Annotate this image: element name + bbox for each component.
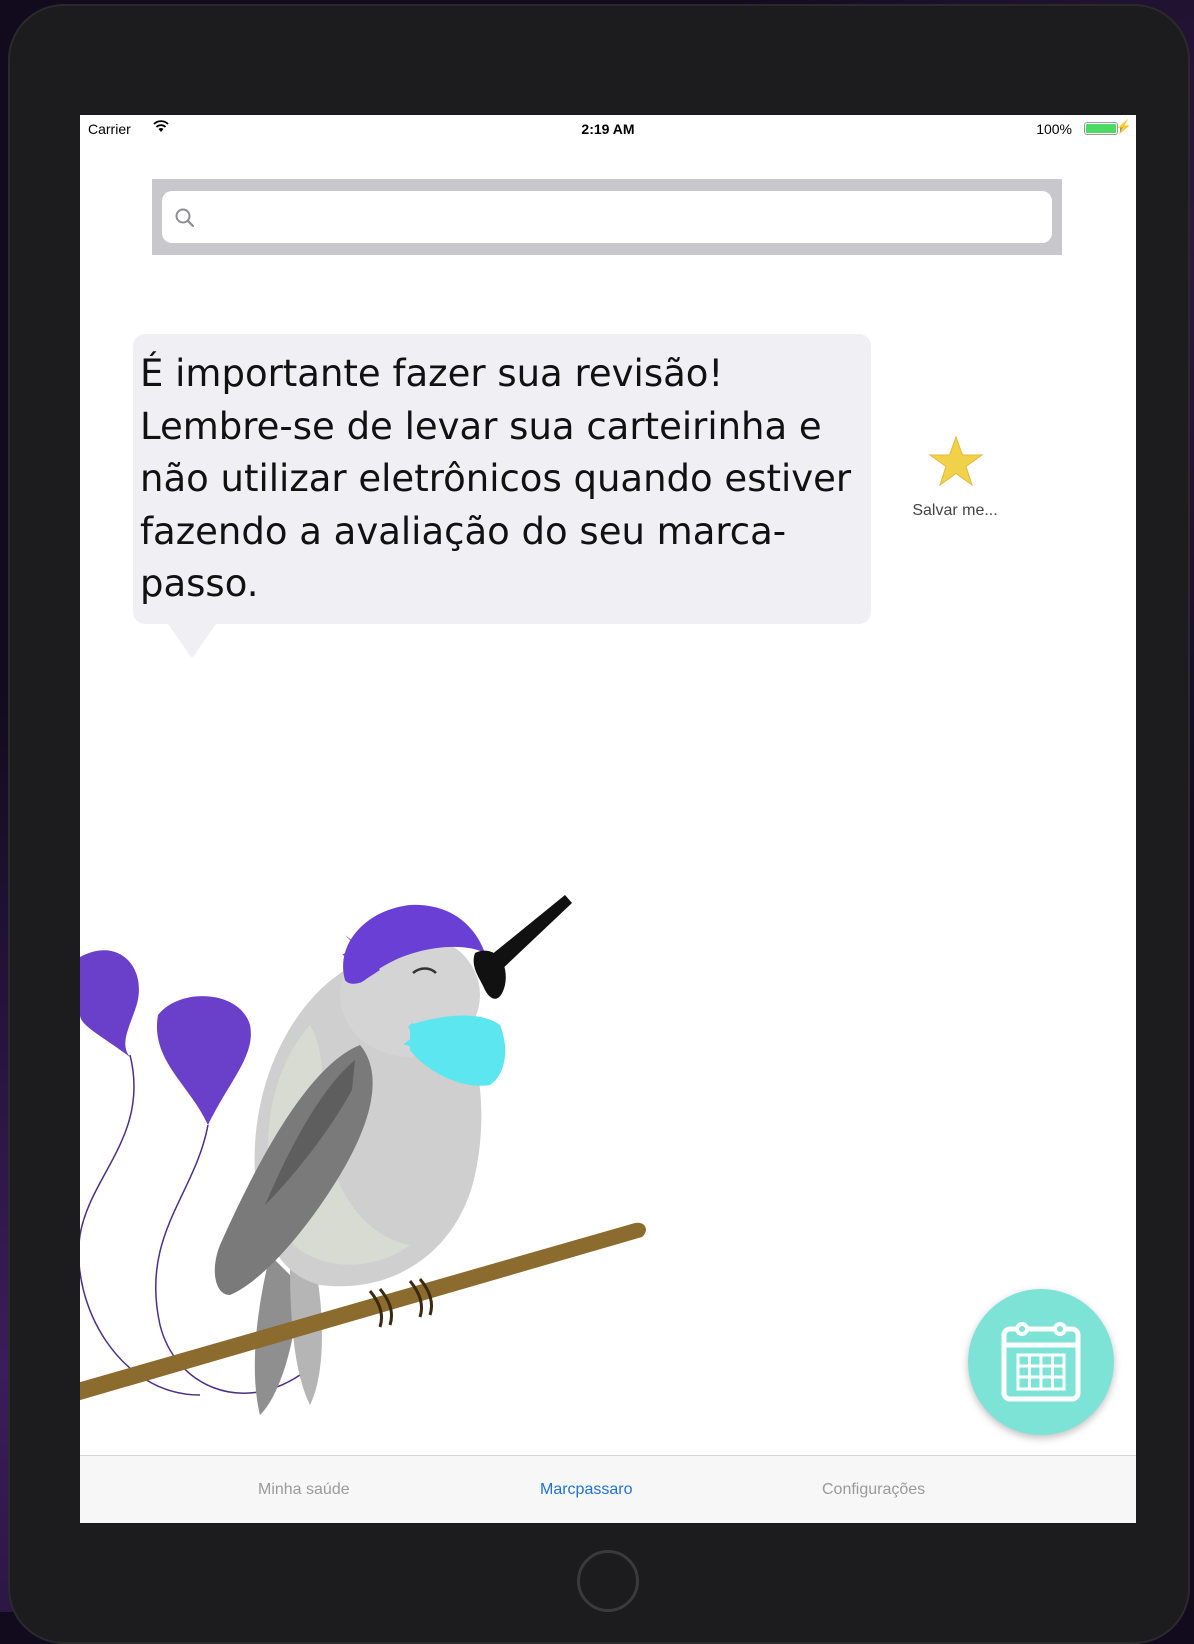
status-time: 2:19 AM	[581, 121, 635, 137]
save-reminder-button[interactable]: Salvar me...	[890, 435, 1020, 525]
battery-percentage: 100%	[1036, 121, 1072, 137]
tab-marcpassaro[interactable]: Marcpassaro	[540, 1481, 632, 1499]
home-button[interactable]	[577, 1550, 639, 1612]
calendar-icon	[1001, 1322, 1081, 1402]
star-icon	[928, 435, 984, 487]
app-screen: Carrier 2:19 AM 100% ⚡ É importante faze…	[80, 115, 1136, 1523]
reminder-message: É importante fazer sua revisão! Lembre-s…	[140, 352, 852, 605]
search-icon	[175, 208, 195, 228]
tab-configuracoes[interactable]: Configurações	[822, 1481, 925, 1499]
status-bar: Carrier 2:19 AM 100% ⚡	[80, 115, 1136, 141]
search-input[interactable]	[162, 191, 1052, 243]
tab-minha-saude[interactable]: Minha saúde	[258, 1481, 350, 1499]
tab-bar: Minha saúde Marcpassaro Configurações	[80, 1455, 1136, 1523]
save-reminder-label: Salvar me...	[912, 502, 998, 519]
charging-icon: ⚡	[1115, 119, 1132, 134]
speech-bubble-tail	[168, 624, 216, 658]
calendar-button[interactable]	[968, 1289, 1114, 1435]
search-bar	[152, 179, 1062, 255]
tablet-device: Carrier 2:19 AM 100% ⚡ É importante faze…	[8, 4, 1190, 1644]
hummingbird-illustration	[80, 895, 646, 1415]
battery-icon	[1084, 122, 1118, 135]
reminder-speech-bubble: É importante fazer sua revisão! Lembre-s…	[133, 334, 871, 624]
